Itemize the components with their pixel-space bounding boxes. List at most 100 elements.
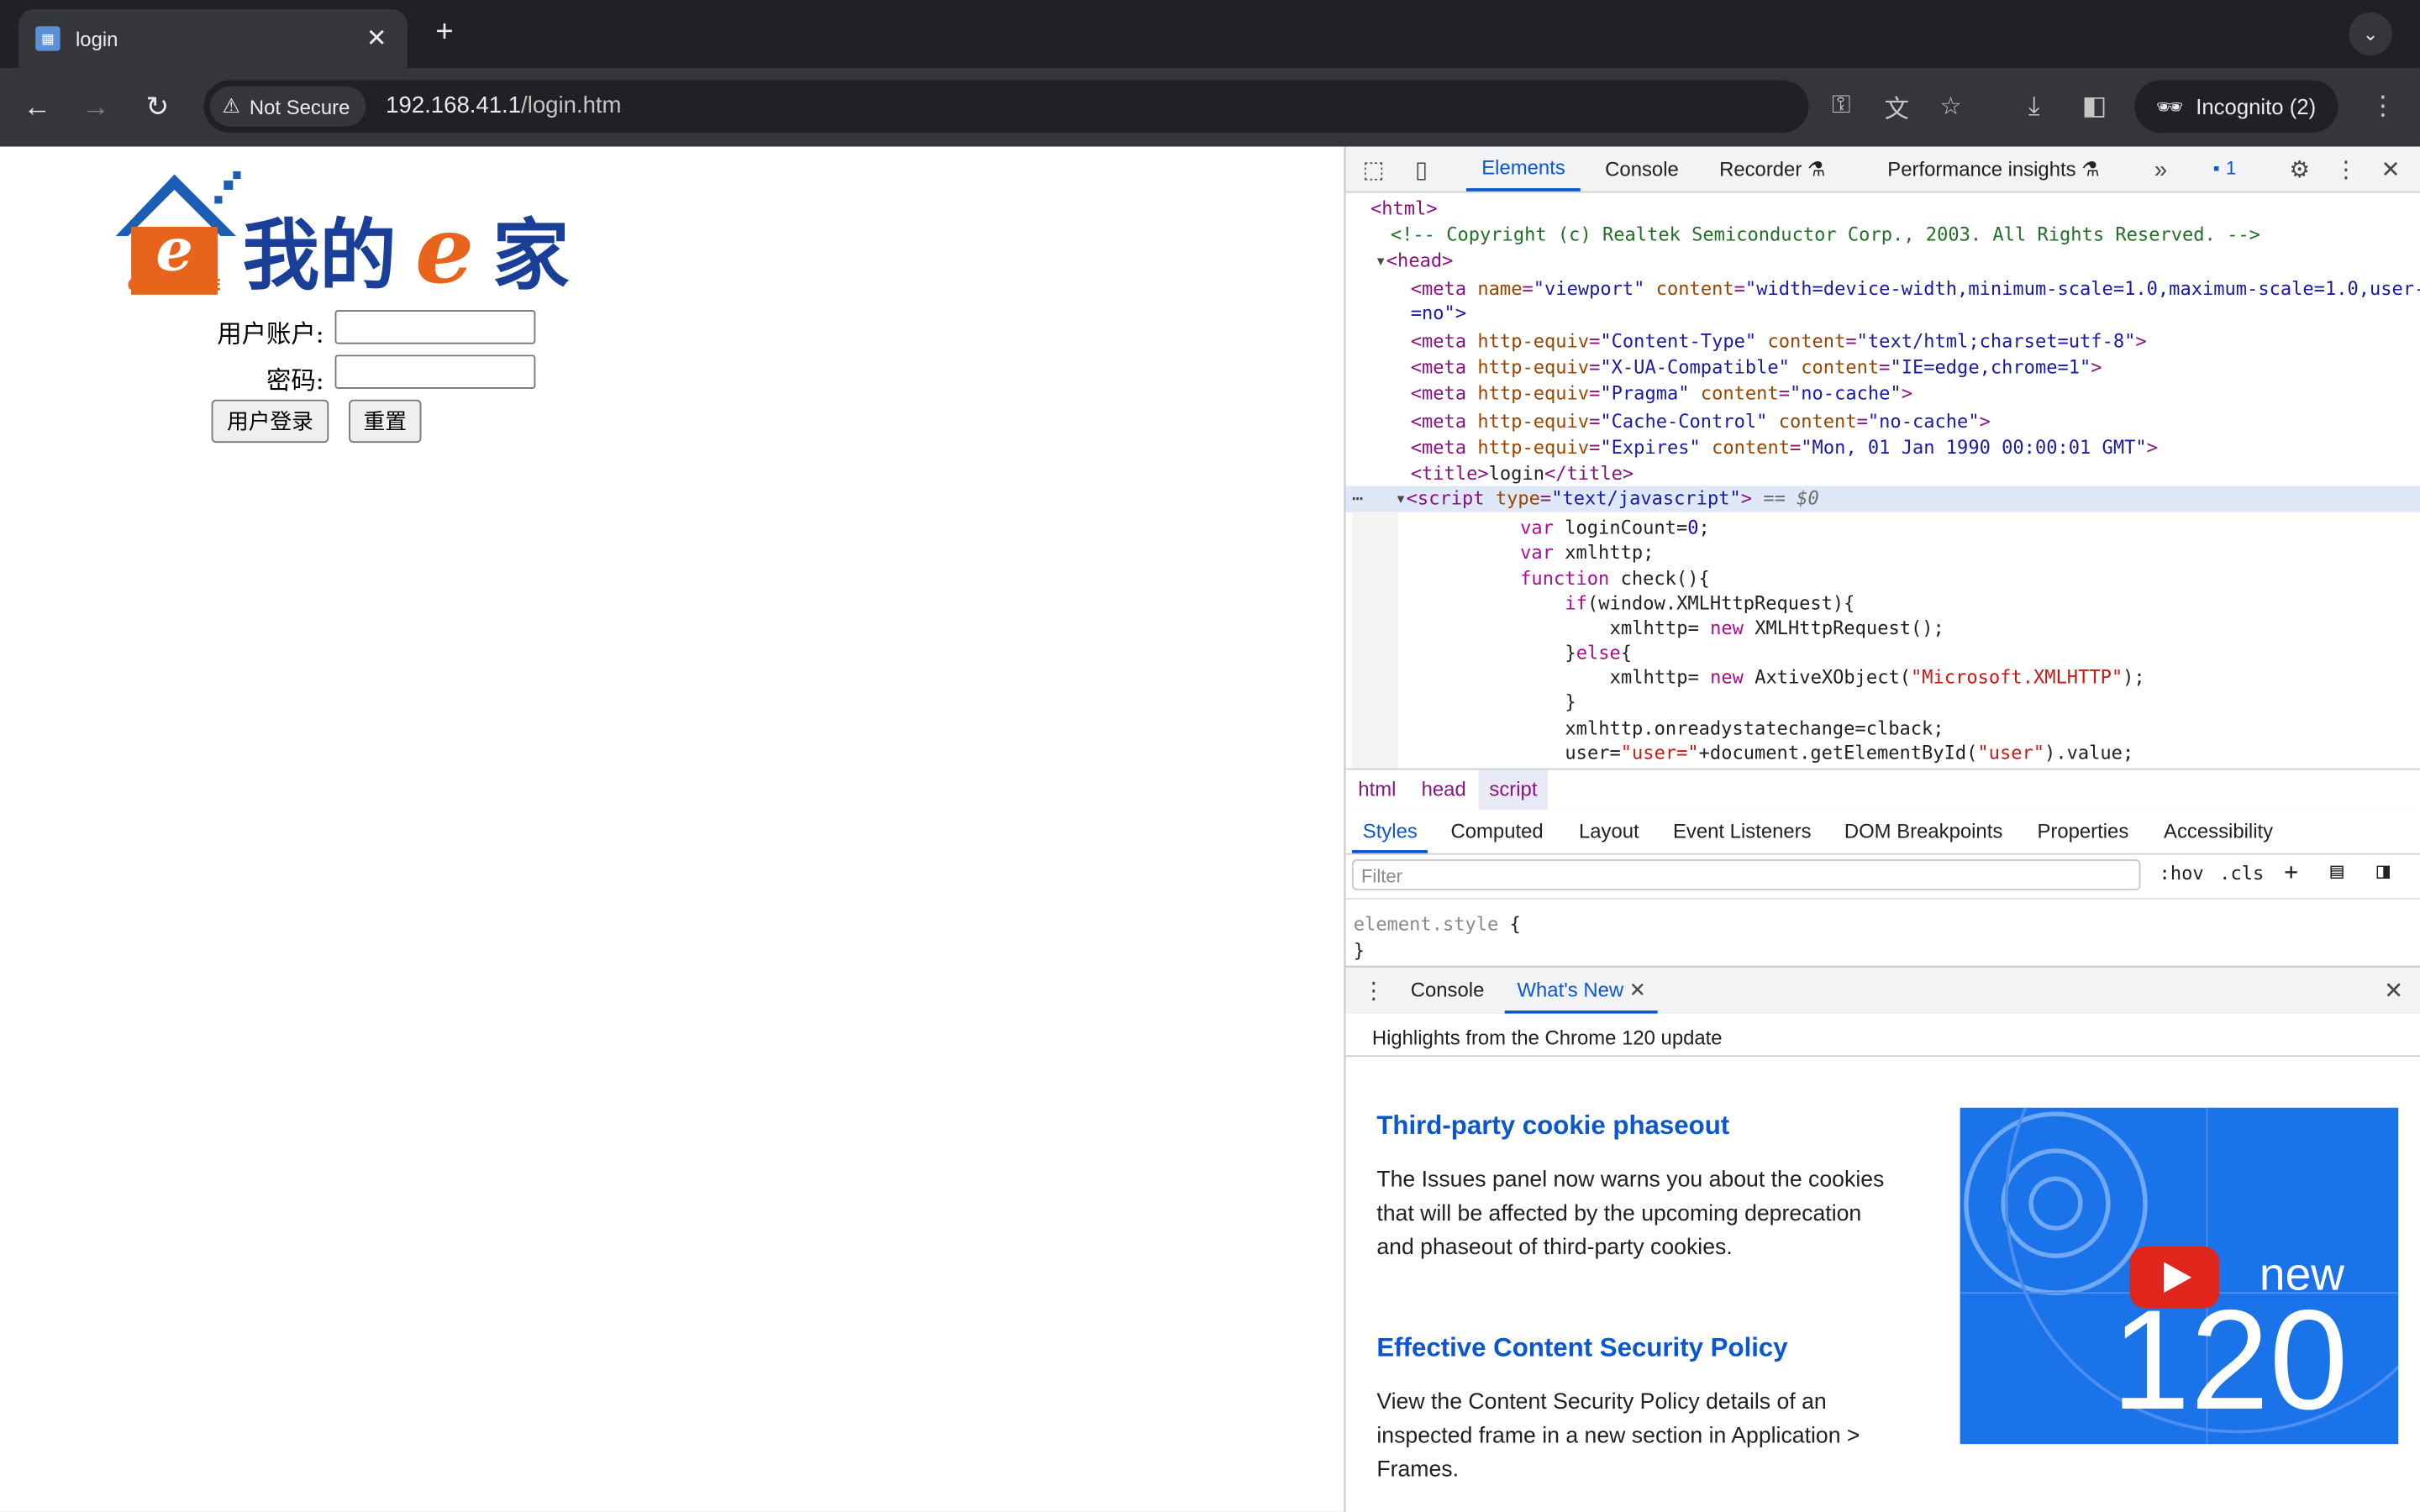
- inspect-element-icon[interactable]: ⬚: [1356, 153, 1390, 186]
- device-toolbar-icon[interactable]: ▯: [1404, 153, 1438, 186]
- tab-event-listeners[interactable]: Event Listeners: [1673, 810, 1812, 853]
- back-icon[interactable]: ←: [17, 87, 57, 127]
- tab-accessibility[interactable]: Accessibility: [2164, 810, 2273, 853]
- tab-layout[interactable]: Layout: [1579, 810, 1639, 853]
- tab-performance-insights[interactable]: Performance insights ⚗: [1887, 146, 2099, 191]
- expand-triangle-icon[interactable]: ▾: [1395, 487, 1406, 509]
- username-input[interactable]: [334, 310, 536, 344]
- script-line: var xmlhttp;: [1520, 541, 1655, 564]
- breadcrumb-html[interactable]: html: [1347, 770, 1407, 811]
- cls-toggle[interactable]: .cls: [2219, 863, 2264, 885]
- close-tab-icon[interactable]: ✕: [361, 24, 392, 55]
- article-title[interactable]: Third-party cookie phaseout: [1376, 1110, 1729, 1142]
- issues-icon: ▪: [2212, 157, 2220, 180]
- close-tab-icon[interactable]: ✕: [1629, 978, 1646, 1001]
- drawer-tab-whats-new[interactable]: What's New ✕: [1504, 968, 1659, 1014]
- translate-icon[interactable]: 文: [1880, 90, 1913, 123]
- dom-node[interactable]: <meta http-equiv="Cache-Control" content…: [1411, 409, 1991, 435]
- devtools-main-tabs: ⬚ ▯ Elements Console Recorder ⚗ Performa…: [1345, 146, 2420, 193]
- paint-brush-icon[interactable]: ▤: [2330, 859, 2343, 884]
- elements-tree: <html> <!-- Copyright (c) Realtek Semico…: [1345, 192, 2420, 769]
- devtools-menu-icon[interactable]: ⋮: [2329, 153, 2363, 186]
- browser-tab[interactable]: ▦ login ✕: [18, 9, 408, 68]
- dom-node[interactable]: <title>login</title>: [1411, 461, 1634, 487]
- close-devtools-icon[interactable]: ✕: [2374, 153, 2407, 186]
- dom-node[interactable]: <html>: [1370, 196, 1438, 222]
- script-line: }else{: [1565, 642, 1633, 664]
- svg-text:e: e: [415, 196, 474, 301]
- tab-recorder[interactable]: Recorder ⚗: [1719, 146, 1825, 191]
- issues-count: 1: [2226, 157, 2237, 180]
- menu-kebab-icon[interactable]: ⋮: [2363, 87, 2403, 127]
- expand-triangle-icon[interactable]: ▾: [1375, 250, 1386, 272]
- node-actions-icon[interactable]: ⋯: [1352, 486, 1363, 512]
- close-drawer-icon[interactable]: ✕: [2377, 974, 2411, 1007]
- side-panel-icon[interactable]: ◧: [2075, 87, 2115, 127]
- tab-properties[interactable]: Properties: [2037, 810, 2128, 853]
- divider: [1345, 1055, 2420, 1058]
- script-line: xmlhttp.onreadystatechange=clback;: [1565, 717, 1944, 739]
- incognito-button[interactable]: 🕶 Incognito (2): [2134, 80, 2338, 133]
- dom-node[interactable]: <meta http-equiv="Content-Type" content=…: [1411, 328, 2147, 354]
- chrome-120-promo-video[interactable]: new 120: [1960, 1107, 2399, 1445]
- styles-toolbar: Filter :hov .cls + ▤ ◨: [1345, 854, 2420, 900]
- dom-comment[interactable]: <!-- Copyright (c) Realtek Semiconductor…: [1391, 222, 2260, 248]
- styles-pane: element.style { }: [1345, 899, 2420, 962]
- dom-node[interactable]: <meta http-equiv="Expires" content="Mon,…: [1411, 435, 2158, 461]
- drawer-tab-console[interactable]: Console: [1411, 968, 1485, 1014]
- address-bar[interactable]: ⚠ Not Secure 192.168.41.1/login.htm ⚿ 文 …: [203, 80, 1962, 133]
- script-line: function check(){: [1520, 567, 1710, 590]
- svg-text:家: 家: [492, 211, 570, 301]
- svg-text:我的: 我的: [242, 211, 397, 301]
- script-line: var loginCount=0;: [1520, 517, 1710, 539]
- forward-icon[interactable]: →: [76, 87, 116, 127]
- tab-recorder-label: Recorder: [1719, 157, 1802, 181]
- drawer-menu-icon[interactable]: ⋮: [1356, 974, 1390, 1007]
- drawer-tab-whats-new-label: What's New: [1517, 978, 1624, 1002]
- breadcrumb-script[interactable]: script: [1478, 769, 1549, 811]
- tab-search-icon[interactable]: ⌄: [2349, 12, 2392, 56]
- tab-styles[interactable]: Styles: [1351, 810, 1428, 853]
- logo-sub: ONE HOME: [128, 276, 222, 294]
- login-button[interactable]: 用户登录: [211, 399, 329, 444]
- one-home-logo: e ONE HOME 我的 e 家: [115, 171, 570, 301]
- security-chip[interactable]: ⚠ Not Secure: [209, 86, 366, 127]
- tab-dom-breakpoints[interactable]: DOM Breakpoints: [1844, 810, 2002, 853]
- incognito-icon: 🕶: [2155, 93, 2184, 118]
- dom-node[interactable]: <meta http-equiv="X-UA-Compatible" conte…: [1411, 354, 2102, 381]
- article-title[interactable]: Effective Content Security Policy: [1376, 1333, 1787, 1364]
- dom-node-cont: =no">: [1410, 302, 1467, 324]
- dom-node[interactable]: <meta http-equiv="Pragma" content="no-ca…: [1411, 381, 1912, 407]
- promo-version: 120: [2111, 1282, 2349, 1440]
- devtools-panel: ⬚ ▯ Elements Console Recorder ⚗ Performa…: [1344, 146, 2420, 1512]
- favicon-icon: ▦: [35, 26, 60, 51]
- password-key-icon[interactable]: ⚿: [1824, 90, 1858, 123]
- url-path: /login.htm: [521, 92, 622, 119]
- reload-icon[interactable]: ↻: [137, 87, 177, 127]
- dom-node[interactable]: <meta name="viewport" content="width=dev…: [1411, 276, 2420, 302]
- incognito-label: Incognito (2): [2196, 94, 2317, 119]
- tab-performance-label: Performance insights: [1887, 157, 2076, 181]
- styles-filter-input[interactable]: Filter: [1351, 859, 2141, 890]
- element-style-rule[interactable]: element.style {: [1354, 911, 1521, 937]
- password-input[interactable]: [334, 354, 536, 389]
- new-style-rule-icon[interactable]: +: [2284, 858, 2298, 885]
- more-tabs-icon[interactable]: »: [2144, 153, 2177, 186]
- script-line: }: [1565, 690, 1576, 713]
- settings-gear-icon[interactable]: ⚙: [2282, 153, 2316, 186]
- download-icon[interactable]: ⤓: [2014, 87, 2054, 127]
- toggle-sidebar-icon[interactable]: ◨: [2377, 859, 2390, 884]
- tab-elements[interactable]: Elements: [1465, 146, 1581, 192]
- tab-console[interactable]: Console: [1605, 146, 1679, 191]
- tab-computed[interactable]: Computed: [1450, 810, 1543, 853]
- hov-toggle[interactable]: :hov: [2160, 863, 2204, 885]
- bookmark-star-icon[interactable]: ☆: [1933, 90, 1967, 123]
- breadcrumb-head[interactable]: head: [1411, 770, 1477, 811]
- tab-strip: ▦ login ✕ + ⌄: [0, 0, 2420, 68]
- dom-node[interactable]: ▾<head>: [1375, 249, 1453, 275]
- new-tab-button[interactable]: +: [426, 15, 463, 50]
- issues-badge[interactable]: ▪ 1: [2213, 157, 2236, 179]
- url-text[interactable]: 192.168.41.1/login.htm: [386, 92, 621, 118]
- reset-button[interactable]: 重置: [349, 399, 422, 444]
- dom-node-selected[interactable]: ▾<script type="text/javascript"> == $0: [1395, 486, 1818, 512]
